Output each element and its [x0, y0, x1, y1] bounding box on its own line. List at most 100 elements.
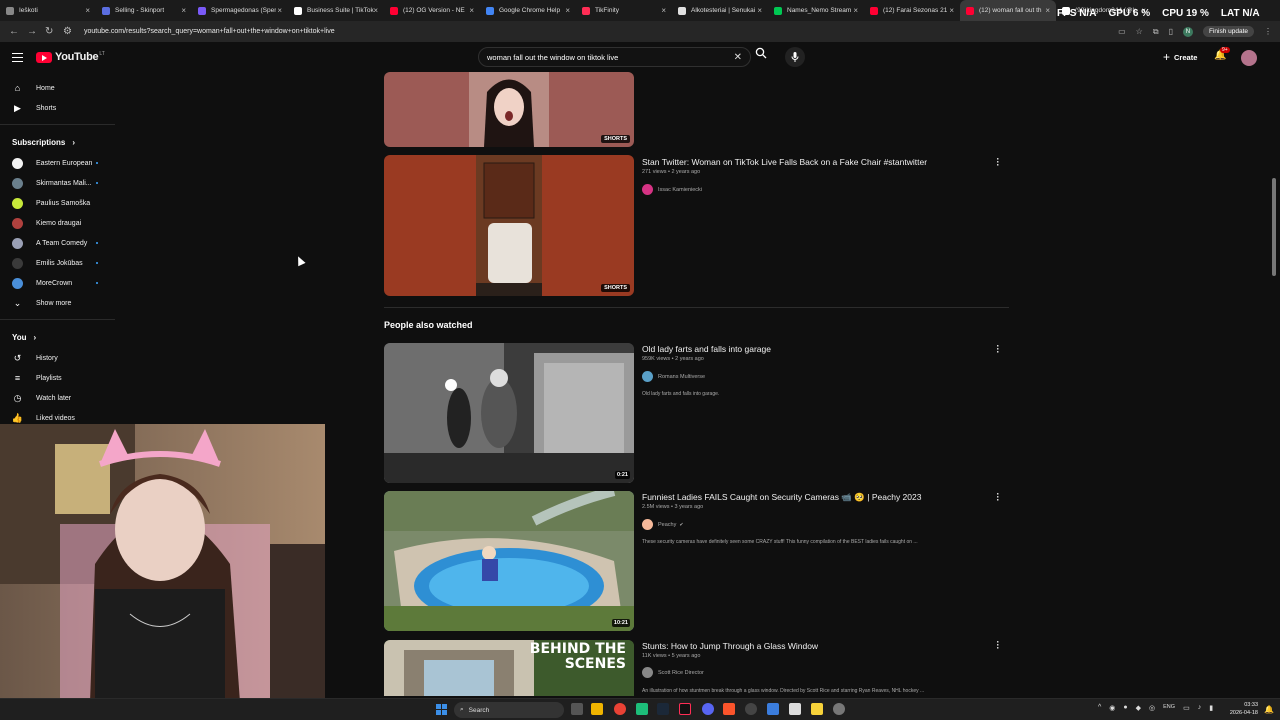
notepad-icon[interactable]: [789, 703, 801, 715]
close-tab-icon[interactable]: ×: [469, 6, 474, 15]
you-heading[interactable]: You ›: [0, 326, 115, 348]
video-thumbnail[interactable]: SHORTS: [384, 72, 634, 147]
tiktok-icon[interactable]: [679, 703, 691, 715]
reload-icon[interactable]: ↻: [45, 26, 54, 37]
tray-app-icon[interactable]: ◆: [1136, 704, 1141, 712]
windows-start-icon[interactable]: [436, 704, 447, 715]
channel-link[interactable]: Peachy ✔: [642, 519, 684, 530]
sidebar-item[interactable]: Skirmantas Mali...: [0, 173, 115, 193]
sticky-notes-icon[interactable]: [811, 703, 823, 715]
sidebar-item[interactable]: Kiemo draugai: [0, 213, 115, 233]
clear-search-icon[interactable]: ✕: [734, 52, 742, 63]
tray-chevron-icon[interactable]: ^: [1098, 704, 1101, 712]
browser-tab[interactable]: (12) woman fall out th ×: [960, 0, 1056, 21]
sidebar-item[interactable]: ⌂ Home: [0, 78, 115, 98]
network-icon[interactable]: ▭: [1183, 704, 1190, 712]
video-thumbnail[interactable]: BEHIND THE SCENES: [384, 640, 634, 696]
create-button[interactable]: + Create: [1163, 50, 1197, 64]
clock[interactable]: 03:33 2026-04-18: [1230, 701, 1258, 717]
close-tab-icon[interactable]: ×: [757, 6, 762, 15]
more-actions-icon[interactable]: · · ·: [995, 638, 1001, 653]
close-tab-icon[interactable]: ×: [1045, 6, 1050, 15]
finish-update-button[interactable]: Finish update: [1202, 26, 1254, 37]
steam-icon[interactable]: [657, 703, 669, 715]
close-tab-icon[interactable]: ×: [277, 6, 282, 15]
subscriptions-heading[interactable]: Subscriptions ›: [0, 131, 115, 153]
video-title[interactable]: Stunts: How to Jump Through a Glass Wind…: [642, 641, 818, 651]
chrome-icon[interactable]: [614, 703, 626, 715]
app-icon-blue[interactable]: [767, 703, 779, 715]
forward-icon[interactable]: →: [27, 26, 37, 37]
notifications-icon[interactable]: 🔔: [1264, 705, 1274, 714]
menu-icon[interactable]: [12, 53, 23, 65]
app-icon-green[interactable]: [636, 703, 648, 715]
sidebar-item[interactable]: Paulius Samoška: [0, 193, 115, 213]
tray-app-icon[interactable]: ●: [1123, 704, 1127, 712]
more-actions-icon[interactable]: · · ·: [995, 155, 1001, 170]
browser-tab[interactable]: Alkotesteriai | Senukai ×: [672, 0, 768, 21]
url-field[interactable]: youtube.com/results?search_query=woman+f…: [84, 28, 335, 35]
sidebar-item[interactable]: ↺ History: [0, 348, 115, 368]
sidebar-item[interactable]: MoreCrown: [0, 273, 115, 293]
sidebar-item[interactable]: ◷ Watch later: [0, 388, 115, 408]
voice-search-icon[interactable]: [785, 47, 805, 67]
browser-tab[interactable]: Ieškoti ×: [0, 0, 96, 21]
bookmark-star-icon[interactable]: ☆: [1136, 27, 1143, 36]
battery-icon[interactable]: ▮: [1209, 704, 1213, 712]
tray-app-icon[interactable]: ◎: [1149, 704, 1155, 712]
chrome-menu-icon[interactable]: ⋮: [1264, 27, 1272, 36]
more-actions-icon[interactable]: · · ·: [995, 490, 1001, 505]
channel-link[interactable]: Issac Kamieniecki: [642, 184, 702, 195]
sidebar-item[interactable]: ≡ Playlists: [0, 368, 115, 388]
sidebar-item[interactable]: A Team Comedy: [0, 233, 115, 253]
browser-tab[interactable]: Business Suite | TikTok ×: [288, 0, 384, 21]
browser-tab[interactable]: Selling - Skinport ×: [96, 0, 192, 21]
close-tab-icon[interactable]: ×: [181, 6, 186, 15]
video-thumbnail[interactable]: 0:21: [384, 343, 634, 483]
youtube-logo[interactable]: YouTube LT: [36, 51, 105, 63]
close-tab-icon[interactable]: ×: [853, 6, 858, 15]
extensions-icon[interactable]: ⧉: [1153, 27, 1159, 37]
site-info-icon[interactable]: ⚙: [63, 26, 72, 37]
more-actions-icon[interactable]: · · ·: [995, 342, 1001, 357]
page-scrollbar[interactable]: [1272, 178, 1276, 276]
search-icon[interactable]: [751, 47, 771, 62]
side-panel-icon[interactable]: ▯: [1169, 27, 1173, 36]
tray-app-icon[interactable]: ◉: [1109, 704, 1115, 712]
video-title[interactable]: Funniest Ladies FAILS Caught on Security…: [642, 492, 921, 503]
close-tab-icon[interactable]: ×: [373, 6, 378, 15]
file-explorer-icon[interactable]: [591, 703, 603, 715]
channel-link[interactable]: Scott Rice Director: [642, 667, 704, 678]
sidebar-item[interactable]: Eastern European: [0, 153, 115, 173]
close-tab-icon[interactable]: ×: [949, 6, 954, 15]
show-more-button[interactable]: ⌄ Show more: [0, 293, 115, 313]
browser-tab[interactable]: Spermagedonas (Sper ×: [192, 0, 288, 21]
close-tab-icon[interactable]: ×: [85, 6, 90, 15]
obs-icon[interactable]: [745, 703, 757, 715]
video-thumbnail[interactable]: 10:21: [384, 491, 634, 631]
discord-icon[interactable]: [702, 703, 714, 715]
close-tab-icon[interactable]: ×: [661, 6, 666, 15]
settings-icon[interactable]: [833, 703, 845, 715]
browser-tab[interactable]: (12) Farai Sezonas 21 ×: [864, 0, 960, 21]
sidebar-item[interactable]: Emilis Jokūbas: [0, 253, 115, 273]
sidebar-item[interactable]: ▶ Shorts: [0, 98, 115, 118]
video-title[interactable]: Old lady farts and falls into garage: [642, 344, 771, 354]
browser-tab[interactable]: (12) OG Version - NE ×: [384, 0, 480, 21]
video-title[interactable]: Stan Twitter: Woman on TikTok Live Falls…: [642, 157, 927, 167]
task-view-icon[interactable]: [571, 703, 583, 715]
video-thumbnail[interactable]: SHORTS: [384, 155, 634, 296]
search-input[interactable]: woman fall out the window on tiktok live…: [478, 47, 751, 67]
browser-tab[interactable]: TikFinity ×: [576, 0, 672, 21]
brave-icon[interactable]: [723, 703, 735, 715]
account-avatar[interactable]: [1241, 50, 1257, 66]
browser-tab[interactable]: Names_Nemo Stream ×: [768, 0, 864, 21]
profile-icon[interactable]: N: [1182, 26, 1193, 37]
cast-icon[interactable]: ▭: [1118, 27, 1126, 36]
taskbar-search[interactable]: ⌕ Search: [454, 702, 564, 718]
browser-tab[interactable]: Google Chrome Help ×: [480, 0, 576, 21]
back-icon[interactable]: ←: [9, 26, 19, 37]
channel-link[interactable]: Romans Multiverse: [642, 371, 705, 382]
volume-icon[interactable]: ♪: [1198, 704, 1202, 712]
close-tab-icon[interactable]: ×: [565, 6, 570, 15]
